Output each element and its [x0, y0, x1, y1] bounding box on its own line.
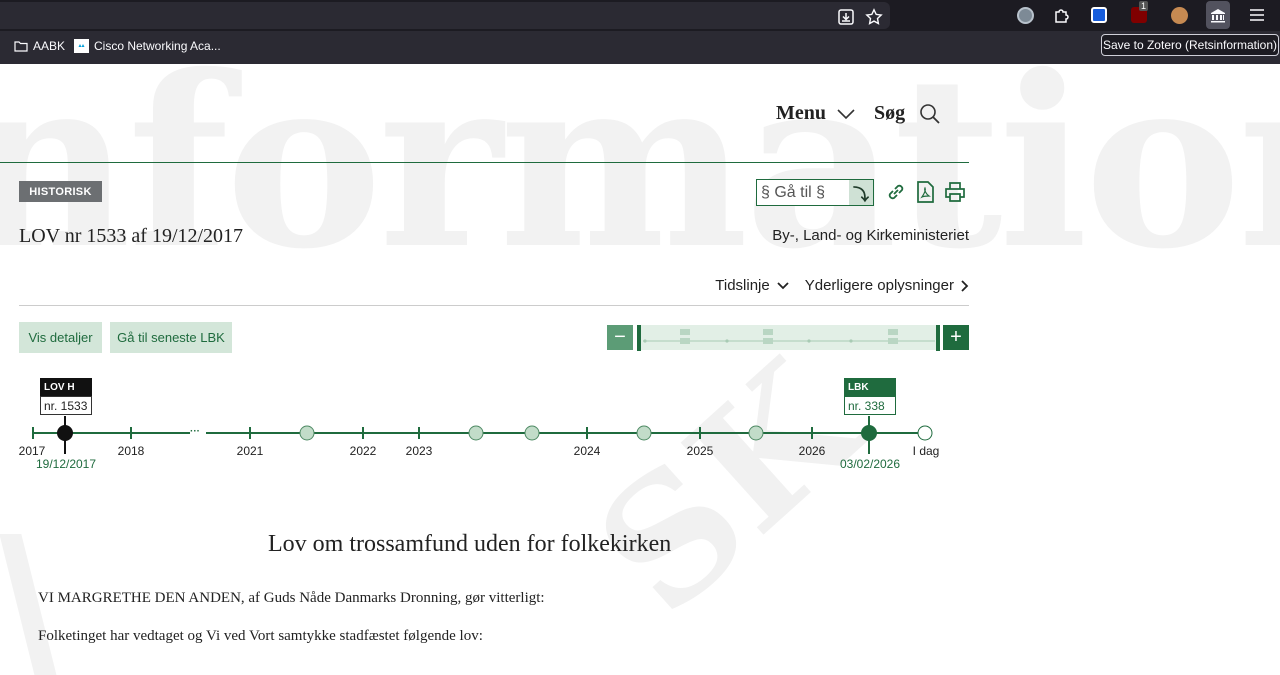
law-heading: Lov om trossamfund uden for folkekirken [268, 531, 672, 557]
goto-paragraph-field: ⤵ [756, 179, 874, 206]
nav-divider [0, 162, 969, 163]
timeline-date-left: 19/12/2017 [35, 457, 97, 471]
hamburger-menu-icon[interactable] [1245, 4, 1269, 26]
timeline-node-today[interactable] [917, 425, 933, 441]
more-info-label: Yderligere oplysninger [804, 277, 954, 294]
browser-toolbar: 1 [0, 0, 1280, 31]
bookmark-label: Cisco Networking Aca... [94, 39, 221, 53]
timeline-node[interactable] [636, 425, 652, 441]
timeline-today-label: I dag [912, 444, 940, 458]
timeline-year-label: 2026 [798, 444, 826, 458]
timeline-date-right: 03/02/2026 [839, 457, 901, 471]
timeline-toggle[interactable]: Tidslinje [715, 277, 789, 294]
show-details-button[interactable]: Vis detaljer [19, 322, 102, 353]
timeline-node[interactable] [299, 425, 315, 441]
zotero-connector-icon[interactable] [1206, 1, 1230, 29]
url-bar[interactable] [0, 2, 890, 29]
timeline-year-label: 2022 [349, 444, 377, 458]
timeline-node-current[interactable] [57, 425, 73, 441]
zotero-tooltip: Save to Zotero (Retsinformation) [1101, 34, 1279, 56]
chevron-down-icon [777, 281, 789, 289]
timeline-flag-type: LOV H [40, 378, 92, 396]
search-button[interactable]: Søg [874, 102, 941, 125]
timeline-flag-type: LBK [844, 378, 896, 396]
timeline-year-label: 2021 [236, 444, 264, 458]
folder-icon [14, 41, 28, 52]
monkey-extension-icon[interactable] [1167, 4, 1191, 26]
top-navigation: Menu Søg [776, 102, 941, 125]
chevron-down-icon [837, 108, 855, 119]
bookmark-star-icon[interactable] [862, 6, 886, 28]
save-page-icon[interactable] [834, 6, 858, 28]
goto-latest-lbk-button[interactable]: Gå til seneste LBK [110, 322, 232, 353]
timeline-flag-number: nr. 338 [844, 396, 896, 415]
link-icon[interactable] [883, 179, 909, 205]
bookmark-folder-aabk[interactable]: AABK [14, 39, 65, 53]
timeline-gap-marker: ··· [190, 426, 200, 437]
preamble-paragraph: VI MARGRETHE DEN ANDEN, af Guds Nåde Dan… [38, 590, 545, 606]
goto-submit-button[interactable]: ⤵ [849, 180, 873, 205]
search-icon [920, 103, 940, 124]
bitwarden-icon[interactable] [1087, 4, 1111, 26]
timeline-flag-number: nr. 1533 [40, 396, 92, 415]
timeline-node-latest[interactable] [861, 425, 877, 441]
chevron-right-icon [961, 279, 969, 292]
version-timeline: ··· 2017 2018 2021 2022 2023 2024 2025 2… [0, 364, 969, 484]
bookmark-label: AABK [33, 39, 66, 53]
section-divider [19, 305, 969, 306]
print-icon[interactable] [942, 179, 968, 205]
enactment-paragraph: Folketinget har vedtaget og Vi ved Vort … [38, 628, 483, 644]
timeline-year-label: 2017 [18, 444, 46, 458]
timeline-flag-lbk[interactable]: LBK nr. 338 [844, 378, 896, 415]
extensions-puzzle-icon[interactable] [1050, 4, 1074, 26]
timeline-year-label: 2025 [686, 444, 714, 458]
timeline-zoom-range[interactable] [637, 325, 940, 351]
page-content: nformation SK Menu Søg HISTORISK ⤵ LOV n… [0, 64, 1280, 675]
timeline-flag-lov[interactable]: LOV H nr. 1533 [40, 378, 92, 415]
timeline-node[interactable] [748, 425, 764, 441]
pdf-icon[interactable] [912, 179, 938, 205]
document-links: Tidslinje Yderligere oplysninger [715, 277, 969, 294]
menu-label: Menu [776, 102, 826, 124]
search-label: Søg [874, 102, 906, 124]
timeline-node[interactable] [524, 425, 540, 441]
timeline-year-label: 2024 [573, 444, 601, 458]
ministry-name: By-, Land- og Kirkeministeriet [772, 227, 969, 244]
timeline-year-label: 2018 [117, 444, 145, 458]
timeline-toggle-label: Tidslinje [715, 277, 770, 294]
profile-avatar-icon[interactable] [1013, 4, 1037, 26]
timeline-year-label: 2023 [405, 444, 433, 458]
ublock-icon[interactable]: 1 [1127, 1, 1151, 26]
timeline-zoom-out-button[interactable]: − [607, 325, 633, 350]
menu-button[interactable]: Menu [776, 102, 856, 125]
extension-badge-count: 1 [1139, 1, 1149, 11]
timeline-axis [32, 416, 925, 454]
more-info-link[interactable]: Yderligere oplysninger [805, 277, 969, 294]
status-badge: HISTORISK [19, 181, 102, 202]
timeline-node[interactable] [468, 425, 484, 441]
document-title: LOV nr 1533 af 19/12/2017 [19, 225, 244, 247]
cisco-icon: ▴▴ [74, 39, 89, 53]
goto-paragraph-input[interactable] [757, 180, 849, 205]
bookmarks-bar: AABK ▴▴ Cisco Networking Aca... [0, 31, 1280, 64]
timeline-zoom-in-button[interactable]: + [943, 325, 969, 350]
zoom-overview-graphic [643, 329, 935, 344]
bookmark-cisco[interactable]: ▴▴ Cisco Networking Aca... [74, 39, 221, 53]
